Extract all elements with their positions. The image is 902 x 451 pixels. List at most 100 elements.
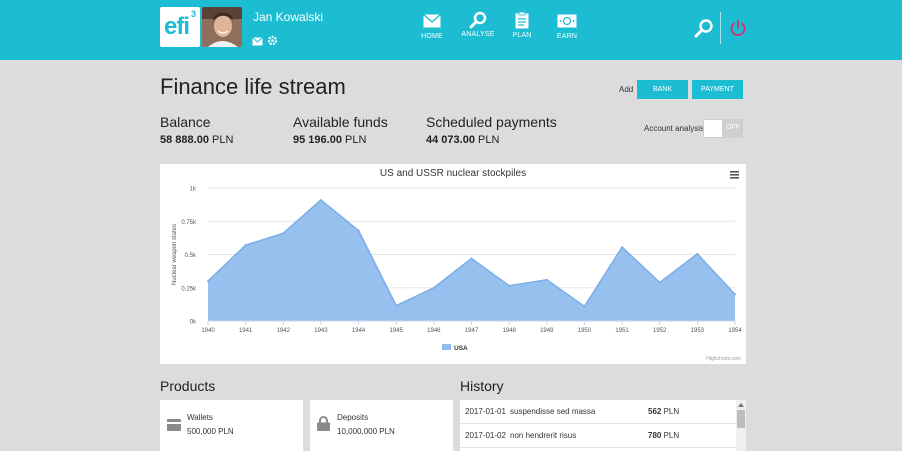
history-scrollbar[interactable] <box>736 400 746 451</box>
data-point <box>545 278 548 281</box>
stat-amount: 44 073.00 <box>426 134 475 146</box>
stat-label: Balance <box>160 114 211 130</box>
add-bank-button[interactable]: BANK <box>637 80 688 99</box>
history-amount: 562 <box>648 407 662 416</box>
y-tick-label: 0.75k <box>181 220 197 226</box>
history-list: 2017-01-01 suspendisse sed massa 562 PLN… <box>460 400 746 451</box>
stat-label: Scheduled payments <box>426 114 557 130</box>
nav-home-label: HOME <box>421 33 443 40</box>
x-tick-label: 1942 <box>277 328 291 334</box>
stat-balance: Balance 58 888.00 PLN <box>160 114 233 146</box>
data-point <box>319 198 322 201</box>
gear-icon[interactable] <box>267 33 279 46</box>
x-tick-label: 1944 <box>352 328 366 334</box>
logo-superscript: 3 <box>191 9 197 19</box>
product-name: Wallets <box>187 413 213 422</box>
page-title: Finance life stream <box>160 74 346 99</box>
envelope-icon[interactable] <box>252 33 264 46</box>
add-label: Add <box>619 85 634 94</box>
y-tick-label: 0.25k <box>181 286 197 292</box>
chart-card: US and USSR nuclear stockpiles 0k 0.25k 0.5… <box>160 164 746 364</box>
product-card-deposits[interactable]: Deposits 10,000,000 PLN <box>310 400 453 451</box>
avatar-image <box>202 7 242 47</box>
nav-analyse-label: ANALYSE <box>461 31 495 38</box>
logo-text: efi <box>164 13 190 40</box>
product-amount: 500,000 PLN <box>187 427 234 436</box>
history-row[interactable]: 2017-01-01 suspendisse sed massa 562 PLN <box>460 400 736 424</box>
x-tick-label: 1953 <box>691 328 705 334</box>
y-axis-label: Nuclear weapon states <box>172 224 178 285</box>
power-icon[interactable] <box>729 19 747 42</box>
nav-plan-label: PLAN <box>512 32 532 39</box>
x-tick-label: 1954 <box>728 328 742 334</box>
menu-icon[interactable] <box>730 171 739 179</box>
nav-earn[interactable]: EARN <box>545 14 589 40</box>
stat-label: Available funds <box>293 114 388 130</box>
toggle-state: OFF <box>726 124 740 131</box>
x-tick-label: 1949 <box>540 328 554 334</box>
legend-swatch-usa <box>442 344 451 350</box>
search-icon[interactable] <box>694 18 714 43</box>
money-icon <box>557 14 577 28</box>
toggle-knob <box>704 120 722 137</box>
app-logo[interactable]: efi 3 <box>160 7 200 47</box>
data-point <box>734 293 736 296</box>
chart-credits: Highcharts.com <box>706 356 741 362</box>
header-divider <box>720 12 721 44</box>
wallet-icon <box>167 418 181 436</box>
data-point <box>621 246 624 249</box>
products-title: Products <box>160 378 216 394</box>
product-amount: 10,000,000 PLN <box>337 427 395 436</box>
history-date: 2017-01-02 <box>465 431 506 440</box>
history-text: non hendrerit risus <box>510 431 577 440</box>
avatar[interactable] <box>202 7 242 47</box>
data-point <box>357 229 360 232</box>
history-title: History <box>460 378 504 394</box>
y-tick-label: 0.5k <box>185 253 197 259</box>
history-currency: PLN <box>663 431 680 440</box>
account-analysis-toggle[interactable]: OFF <box>703 119 743 138</box>
stat-currency: PLN <box>478 134 500 146</box>
data-point <box>583 305 586 308</box>
x-tick-label: 1945 <box>390 328 404 334</box>
x-tick-label: 1943 <box>314 328 328 334</box>
data-point <box>658 281 661 284</box>
chart-title: US and USSR nuclear stockpiles <box>380 168 526 179</box>
scroll-thumb[interactable] <box>737 410 745 428</box>
x-tick-label: 1952 <box>653 328 667 334</box>
username: Jan Kowalski <box>253 10 324 24</box>
nav-plan[interactable]: PLAN <box>500 12 544 39</box>
nav-home[interactable]: HOME <box>410 14 454 40</box>
x-tick-label: 1940 <box>201 328 215 334</box>
x-tick-label: 1951 <box>615 328 629 334</box>
stat-available-funds: Available funds 95 196.00 PLN <box>293 114 388 146</box>
legend-label-usa: USA <box>454 345 468 352</box>
product-card-wallets[interactable]: Wallets 500,000 PLN <box>160 400 303 451</box>
stat-currency: PLN <box>212 134 234 146</box>
scroll-up-icon[interactable] <box>738 403 744 407</box>
data-point <box>282 232 285 235</box>
history-currency: PLN <box>663 407 680 416</box>
history-row[interactable]: 2017-01-02 non hendrerit risus 780 PLN <box>460 424 736 448</box>
search-icon <box>469 11 487 29</box>
data-point <box>207 280 209 283</box>
stat-scheduled-payments: Scheduled payments 44 073.00 PLN <box>426 114 557 146</box>
account-analysis-label: Account analysis <box>644 124 705 133</box>
nav-analyse[interactable]: ANALYSE <box>456 11 500 38</box>
history-date: 2017-01-01 <box>465 407 506 416</box>
x-tick-label: 1948 <box>502 328 516 334</box>
stat-amount: 95 196.00 <box>293 134 342 146</box>
history-amount: 780 <box>648 431 662 440</box>
y-tick-label: 1k <box>190 187 197 193</box>
data-point <box>432 286 435 289</box>
history-text: suspendisse sed massa <box>510 407 596 416</box>
clipboard-icon <box>515 12 529 29</box>
area-chart: US and USSR nuclear stockpiles 0k 0.25k 0.5… <box>172 168 742 362</box>
envelope-icon <box>423 14 441 28</box>
stat-amount: 58 888.00 <box>160 134 209 146</box>
data-point <box>508 284 511 287</box>
lock-icon <box>317 416 330 436</box>
data-point <box>470 257 473 260</box>
add-payment-button[interactable]: PAYMENT <box>692 80 743 99</box>
data-point <box>395 304 398 307</box>
